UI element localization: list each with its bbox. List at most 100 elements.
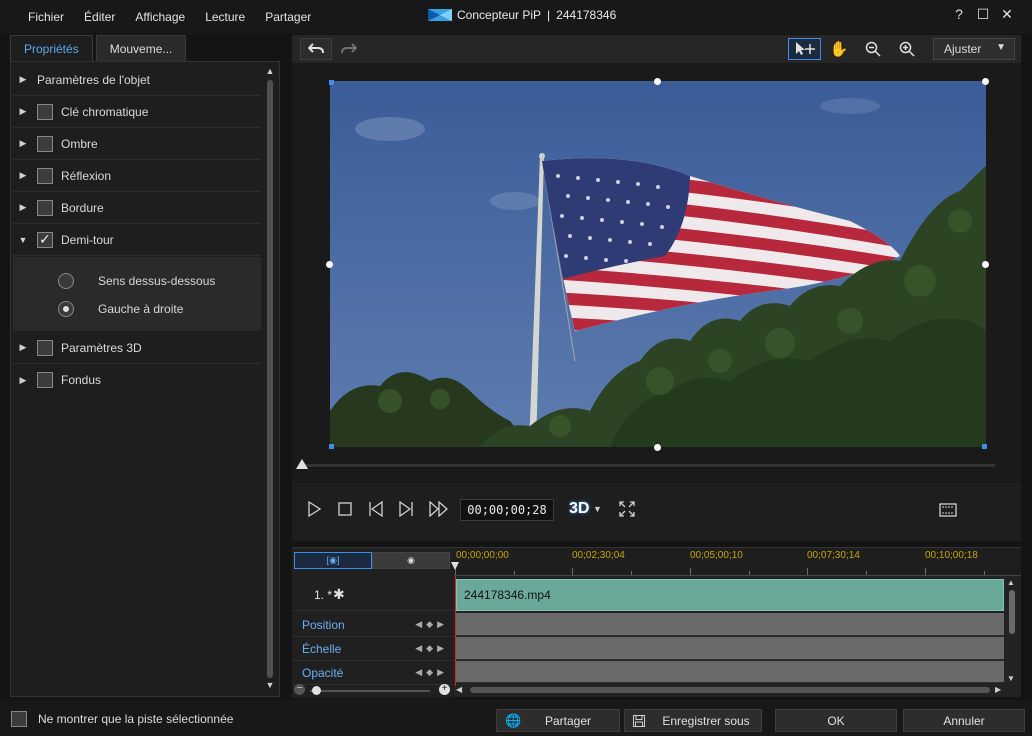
resize-handle-top-right[interactable]	[982, 78, 989, 85]
chroma-key-checkbox[interactable]	[37, 103, 53, 120]
shadow-checkbox[interactable]	[37, 135, 53, 152]
expand-arrow-icon[interactable]: ▶	[13, 106, 33, 117]
flip-left-right-option[interactable]: Gauche à droite	[13, 297, 183, 321]
menu-fichier[interactable]: Fichier	[28, 10, 64, 24]
keyframe-nav-icon[interactable]: ◀◆▶	[415, 667, 448, 678]
flip-upside-down-option[interactable]: Sens dessus-dessous	[13, 269, 215, 293]
video-track-header[interactable]: 1. * ✱	[292, 579, 454, 611]
share-button[interactable]: 🌐 Partager	[496, 709, 620, 732]
tab-proprietes[interactable]: Propriétés	[10, 35, 93, 62]
flip-checkbox[interactable]	[37, 231, 53, 248]
prop-reflection[interactable]: ▶ Réflexion	[13, 160, 261, 192]
help-icon[interactable]: ?	[952, 6, 966, 23]
select-tool-button[interactable]	[788, 38, 821, 60]
stop-icon[interactable]	[337, 501, 353, 517]
keyframe-lane-opacity[interactable]	[456, 661, 1004, 683]
prop-border[interactable]: ▶ Bordure	[13, 192, 261, 224]
scroll-thumb[interactable]	[470, 687, 990, 693]
pan-tool-button[interactable]: ✋	[824, 38, 854, 60]
video-preview-frame[interactable]	[330, 81, 986, 447]
fast-forward-icon[interactable]	[428, 501, 450, 517]
menu-affichage[interactable]: Affichage	[135, 10, 185, 24]
undo-button[interactable]	[300, 38, 332, 60]
dropdown-arrow-icon[interactable]: ▼	[593, 504, 602, 514]
prop-shadow[interactable]: ▶ Ombre	[13, 128, 261, 160]
play-icon[interactable]	[306, 501, 322, 517]
expand-arrow-icon[interactable]: ▶	[13, 342, 33, 353]
timeline-zoom-slider[interactable]: − +	[294, 684, 452, 697]
keyframe-lane-scale[interactable]	[456, 637, 1004, 660]
timecode-display[interactable]: 00;00;00;28	[460, 499, 554, 521]
keyframe-row-scale[interactable]: Échelle ◀◆▶	[292, 637, 454, 661]
scroll-left-icon[interactable]: ◀	[456, 685, 462, 694]
menu-partager[interactable]: Partager	[265, 10, 311, 24]
playhead-line[interactable]	[455, 576, 456, 686]
prop-flip[interactable]: ▼ Demi-tour	[13, 224, 261, 256]
zoom-track[interactable]	[310, 690, 430, 692]
zoom-thumb[interactable]	[312, 686, 321, 695]
prop-object-settings[interactable]: ▶ Paramètres de l'objet	[13, 64, 261, 96]
properties-scrollbar[interactable]: ▲ ▼	[265, 66, 275, 692]
video-clip[interactable]: 244178346.mp4	[456, 579, 1004, 611]
3d-mode-button[interactable]: 3D	[569, 500, 589, 518]
redo-button[interactable]	[334, 38, 364, 60]
keyframe-nav-icon[interactable]: ◀◆▶	[415, 619, 448, 630]
expand-arrow-icon[interactable]: ▶	[13, 138, 33, 149]
keyframe-row-opacity[interactable]: Opacité ◀◆▶	[292, 661, 454, 685]
zoom-out-icon[interactable]: −	[294, 684, 305, 695]
resize-handle-top-left[interactable]	[329, 80, 334, 85]
tab-mouvement[interactable]: Mouveme...	[95, 35, 187, 62]
safe-zone-icon[interactable]	[939, 503, 957, 517]
upside-down-radio[interactable]	[58, 273, 74, 289]
scroll-thumb[interactable]	[267, 80, 273, 678]
zoom-in-button[interactable]	[892, 38, 922, 60]
maximize-icon[interactable]: ☐	[976, 6, 990, 23]
resize-handle-right[interactable]	[982, 261, 989, 268]
prop-3d-settings[interactable]: ▶ Paramètres 3D	[13, 332, 261, 364]
zoom-in-icon[interactable]: +	[439, 684, 450, 695]
scroll-up-icon[interactable]: ▲	[265, 66, 275, 76]
menu-editer[interactable]: Éditer	[84, 10, 115, 24]
scroll-down-icon[interactable]: ▼	[265, 680, 275, 690]
previous-frame-icon[interactable]	[367, 501, 385, 517]
ok-button[interactable]: OK	[775, 709, 897, 732]
tab-time-view[interactable]: ◉	[372, 552, 450, 569]
reflection-checkbox[interactable]	[37, 167, 53, 184]
timeline-vertical-scrollbar[interactable]: ▲ ▼	[1007, 578, 1017, 684]
fit-dropdown[interactable]: Ajuster ▼	[933, 38, 1015, 60]
keyframe-nav-icon[interactable]: ◀◆▶	[415, 643, 448, 654]
cancel-button[interactable]: Annuler	[903, 709, 1025, 732]
fullscreen-icon[interactable]	[619, 501, 635, 517]
playhead-marker-icon[interactable]	[451, 562, 459, 570]
resize-handle-bottom-right[interactable]	[982, 444, 987, 449]
collapse-arrow-icon[interactable]: ▼	[13, 235, 33, 245]
menu-lecture[interactable]: Lecture	[205, 10, 245, 24]
scroll-up-icon[interactable]: ▲	[1007, 578, 1015, 587]
timeline-horizontal-scrollbar[interactable]: ◀ ▶	[456, 685, 1004, 695]
show-selected-track-checkbox[interactable]	[11, 711, 27, 727]
prop-chroma-key[interactable]: ▶ Clé chromatique	[13, 96, 261, 128]
scroll-thumb[interactable]	[1009, 590, 1015, 634]
fades-checkbox[interactable]	[37, 372, 53, 388]
preview-seek-bar[interactable]	[300, 464, 995, 467]
save-as-button[interactable]: Enregistrer sous	[624, 709, 762, 732]
scroll-down-icon[interactable]: ▼	[1007, 674, 1015, 683]
keyframe-lane-position[interactable]	[456, 613, 1004, 636]
expand-arrow-icon[interactable]: ▶	[13, 202, 33, 213]
resize-handle-bottom[interactable]	[654, 444, 661, 451]
close-icon[interactable]: ✕	[1000, 6, 1014, 23]
seek-head-icon[interactable]	[296, 459, 308, 469]
left-right-radio[interactable]	[58, 301, 74, 317]
expand-arrow-icon[interactable]: ▶	[13, 375, 33, 386]
next-frame-icon[interactable]	[397, 501, 415, 517]
prop-fades[interactable]: ▶ Fondus	[13, 364, 261, 396]
zoom-out-button[interactable]	[858, 38, 888, 60]
expand-arrow-icon[interactable]: ▶	[13, 170, 33, 181]
resize-handle-bottom-left[interactable]	[329, 444, 334, 449]
scroll-right-icon[interactable]: ▶	[995, 685, 1001, 694]
border-checkbox[interactable]	[37, 199, 53, 216]
tab-track-view[interactable]: [◉]	[294, 552, 372, 569]
3d-settings-checkbox[interactable]	[37, 339, 53, 356]
keyframe-row-position[interactable]: Position ◀◆▶	[292, 613, 454, 637]
timeline-ruler[interactable]: 00;00;00;00 00;02;30;04 00;05;00;10 00;0…	[451, 548, 1021, 576]
